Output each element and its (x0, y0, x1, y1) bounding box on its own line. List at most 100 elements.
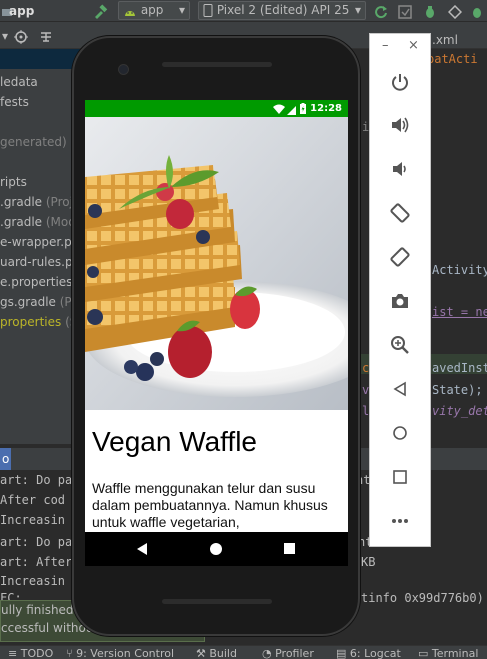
pane-dropdown-icon[interactable]: ▾ (2, 25, 8, 47)
tab-logcat-label: 6: Logcat (349, 647, 401, 659)
tab-profiler-label: Profiler (275, 647, 314, 659)
ide-toolbar: app app ▾ Pixel 2 (Edited) API 25 ▾ (0, 0, 487, 22)
android-icon (123, 3, 141, 17)
nav-overview-icon[interactable] (284, 543, 295, 557)
rotate-left-icon[interactable] (386, 199, 414, 227)
tab-version-control-label: 9: Version Control (76, 647, 175, 659)
android-nav-bar (85, 532, 348, 566)
tab-profiler[interactable]: ◔ Profiler (262, 646, 314, 659)
tree-item-label: ripts (0, 175, 27, 189)
device-icon (203, 3, 217, 17)
locate-icon[interactable] (14, 25, 28, 47)
debug-icon[interactable] (423, 0, 437, 22)
recipe-title: Vegan Waffle (92, 426, 258, 457)
editor-tab-filename[interactable]: .xml (432, 29, 458, 51)
build-hammer-icon[interactable] (92, 0, 108, 22)
branch-icon: ⑂ (66, 647, 77, 659)
tree-item[interactable]: fests (0, 92, 29, 112)
tree-item[interactable]: uard-rules.pro (0, 252, 82, 272)
tree-item-label: .gradle (0, 215, 43, 229)
log-line: Increasin (0, 513, 66, 527)
volume-up-icon[interactable] (386, 111, 414, 139)
signal-icon (287, 104, 296, 118)
tree-item[interactable]: .gradle (Projec (0, 192, 82, 212)
tree-item[interactable]: .gradle (Modu (0, 212, 82, 232)
project-name[interactable]: app (9, 0, 34, 22)
rotate-right-icon[interactable] (386, 243, 414, 271)
tree-item-label: gs.gradle (0, 295, 56, 309)
tree-item[interactable]: gs.gradle (Pro (0, 292, 82, 312)
editor-fragment: ist = ne (432, 305, 487, 319)
battery-icon (300, 103, 306, 117)
run-config-select[interactable]: app ▾ (118, 1, 190, 20)
run-tab-label[interactable]: o (0, 448, 12, 470)
tree-item-label: e.properties (0, 275, 73, 289)
tree-item-selected[interactable] (0, 49, 82, 69)
zoom-icon[interactable] (386, 331, 414, 359)
tree-item[interactable]: properties (SD (0, 312, 82, 332)
tab-build-label: Build (209, 647, 237, 659)
wifi-icon (273, 103, 285, 117)
tree-item-label: .gradle (0, 195, 43, 209)
power-icon[interactable] (386, 68, 414, 96)
waffle-photo (85, 117, 348, 410)
tab-version-control[interactable]: ⑂ 9: Version Control (66, 646, 174, 659)
emulator-screen[interactable]: 12:28 Vegan Waffle Waffle menggunakan te… (85, 100, 348, 566)
bottom-speaker (162, 599, 272, 604)
tree-item[interactable]: e.properties (P (0, 272, 82, 292)
todo-icon: ≡ (8, 647, 21, 659)
tab-build[interactable]: ⚒ Build (196, 646, 237, 659)
notification-line: ully finished i (1, 603, 81, 617)
front-camera (118, 64, 129, 75)
top-speaker (162, 62, 272, 67)
emulator-minimize-button[interactable]: – (382, 38, 389, 54)
emulator-control-panel: – × (369, 33, 431, 547)
run-config-label: app (140, 3, 164, 17)
terminal-icon: ▭ (418, 647, 432, 659)
home-icon[interactable] (386, 419, 414, 447)
editor-fragment: vity_det (432, 404, 487, 418)
collapse-all-icon[interactable] (39, 25, 53, 47)
log-line: art: Do par (0, 473, 80, 487)
editor-fragment: patActi (427, 52, 478, 66)
device-select[interactable]: Pixel 2 (Edited) API 25 ▾ (198, 1, 366, 20)
tree-item-label: ledata (0, 75, 38, 89)
status-time: 12:28 (310, 103, 342, 114)
tree-item-label: e-wrapper.pro (0, 235, 82, 249)
camera-icon[interactable] (386, 287, 414, 315)
tab-terminal-label: Terminal (431, 647, 479, 659)
apply-code-changes-icon[interactable] (398, 0, 412, 22)
gauge-icon: ◔ (262, 647, 276, 659)
nav-back-icon[interactable] (137, 543, 148, 558)
overview-icon[interactable] (386, 463, 414, 491)
attach-debugger-icon[interactable] (470, 0, 484, 22)
logcat-icon: ▤ (336, 647, 350, 659)
recipe-description: Waffle menggunakan telur dan susu dalam … (92, 480, 328, 530)
tab-todo[interactable]: ≡ TODO (8, 646, 53, 659)
back-icon[interactable] (386, 375, 414, 403)
tree-item-label: properties (0, 315, 62, 329)
volume-down-icon[interactable] (386, 155, 414, 183)
status-bar: 12:28 (85, 100, 348, 117)
tab-logcat[interactable]: ▤ 6: Logcat (336, 646, 401, 659)
editor-fragment: Activity (432, 263, 487, 277)
tree-item-hint: generated) (0, 135, 67, 149)
nav-home-icon[interactable] (210, 543, 222, 558)
more-icon[interactable] (386, 507, 414, 535)
tree-item[interactable]: ripts (0, 172, 27, 192)
emulator-close-button[interactable]: × (408, 38, 419, 54)
tree-item[interactable]: generated) (0, 132, 67, 152)
log-line-tail: tinfo 0x99d776b0) (361, 591, 484, 605)
tab-terminal[interactable]: ▭ Terminal (418, 646, 478, 659)
tree-item[interactable]: ledata (0, 72, 38, 92)
hammer-icon: ⚒ (196, 647, 210, 659)
log-line: art: Do par (0, 535, 80, 549)
tab-todo-label: TODO (20, 647, 54, 659)
tool-window-bar: ≡ TODO ⑂ 9: Version Control ⚒ Build ◔ Pr… (0, 645, 487, 659)
tree-item-label: uard-rules.pro (0, 255, 82, 269)
device-label: Pixel 2 (Edited) API 25 (216, 3, 350, 17)
editor-fragment: avedInst (432, 361, 487, 375)
tree-item[interactable]: e-wrapper.pro (0, 232, 82, 252)
apply-changes-icon[interactable] (374, 0, 388, 22)
profile-icon[interactable] (447, 0, 463, 22)
